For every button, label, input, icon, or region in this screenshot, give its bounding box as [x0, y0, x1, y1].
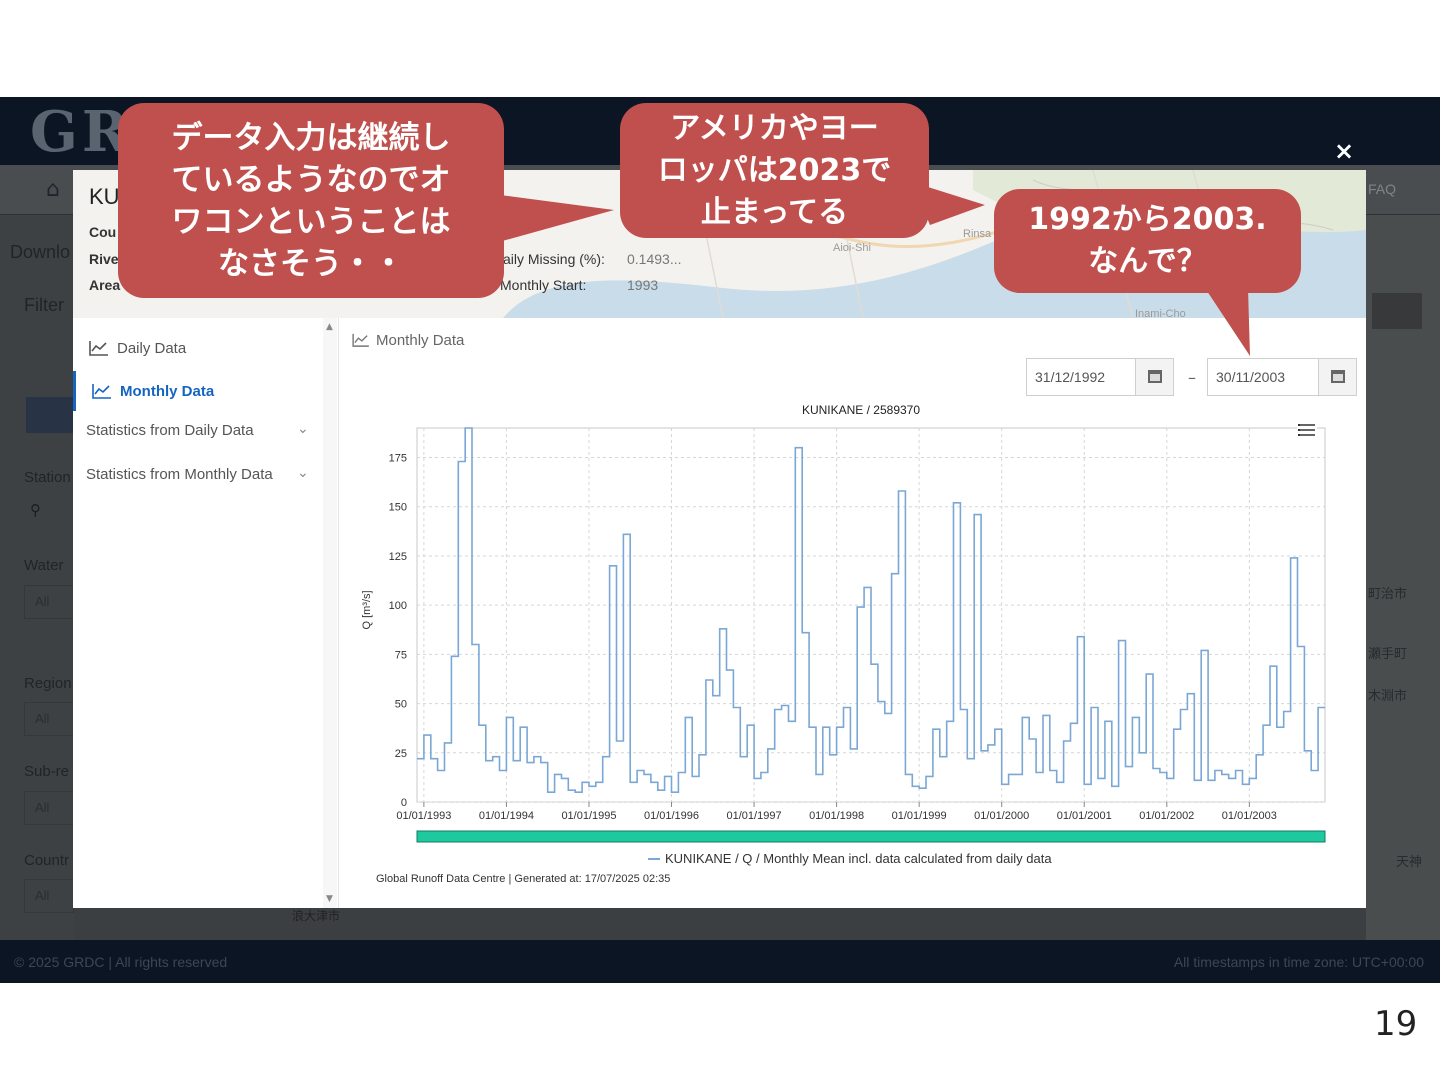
callout-us-europe-2023: アメリカやヨー ロッパは2023で 止まってる [620, 103, 929, 238]
callout-data-continues: データ入力は継続し ているようなのでオ ワコンということは なさそう・・ [118, 103, 504, 298]
page-number: 19 [1374, 1004, 1418, 1044]
callout-why-1992-2003: 1992から2003. なんで？ [994, 189, 1301, 293]
callout-tail [1205, 288, 1250, 356]
